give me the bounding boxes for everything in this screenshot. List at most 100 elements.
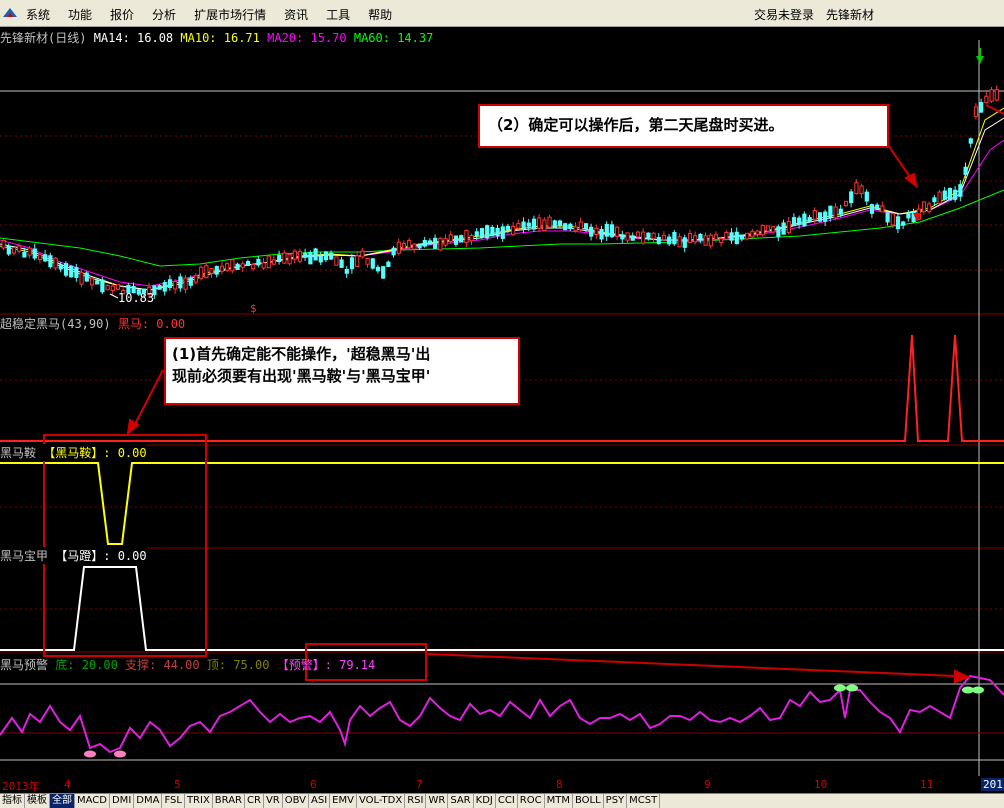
- candle-body: [178, 276, 183, 289]
- candle-body: [817, 212, 823, 222]
- indicator-tab[interactable]: 模板: [25, 794, 50, 808]
- candle-body: [469, 235, 474, 242]
- indicator-tab[interactable]: ASI: [309, 794, 331, 808]
- candle-body: [334, 256, 339, 266]
- candle-body: [771, 226, 776, 233]
- indicator-tab[interactable]: 全部: [50, 794, 75, 808]
- menu-item-quote[interactable]: 报价: [110, 6, 134, 23]
- indicator-tab[interactable]: EMV: [330, 794, 357, 808]
- candle-body: [95, 280, 100, 285]
- indicator-tab[interactable]: PSY: [604, 794, 628, 808]
- candle-body: [667, 236, 672, 245]
- candle-body: [459, 235, 464, 243]
- candle-body: [63, 263, 69, 276]
- candle-body: [869, 204, 875, 214]
- login-status[interactable]: 交易未登录: [754, 6, 814, 23]
- menu-item-info[interactable]: 资讯: [284, 6, 308, 23]
- indicator-tab[interactable]: DMI: [110, 794, 135, 808]
- candle-body: [386, 261, 391, 267]
- panel4-yujing: 【预警】: 79.14: [276, 658, 376, 672]
- candle-body: [750, 230, 755, 238]
- indicator-tab[interactable]: KDJ: [474, 794, 496, 808]
- candle-body: [17, 245, 22, 252]
- ma20-value: MA20: 15.70: [267, 31, 347, 45]
- candle-body: [547, 216, 552, 228]
- candle-body: [984, 95, 989, 104]
- candle-body: [453, 235, 459, 245]
- candle-body: [739, 234, 745, 240]
- indicator-tab[interactable]: FSL: [162, 794, 185, 808]
- candle-body: [583, 223, 589, 230]
- candle-body: [729, 232, 734, 241]
- candle-body: [27, 247, 32, 256]
- indicator-tab[interactable]: OBV: [283, 794, 309, 808]
- panel4-header: 黑马预警 底: 20.00 支撑: 44.00 顶: 75.00 【预警】: 7…: [0, 656, 375, 673]
- indicator-tab[interactable]: ROC: [518, 794, 545, 808]
- indicator-tab[interactable]: TRIX: [185, 794, 213, 808]
- menu-item-system[interactable]: 系统: [26, 6, 50, 23]
- candle-body: [552, 220, 557, 228]
- candle-body: [271, 259, 277, 265]
- candle-body: [188, 277, 193, 286]
- indicator-tab[interactable]: BRAR: [213, 794, 245, 808]
- candle-body: [355, 255, 360, 267]
- candle-body: [261, 262, 266, 269]
- menu-item-function[interactable]: 功能: [68, 6, 92, 23]
- candle-body: [438, 237, 443, 251]
- candle-body: [625, 232, 630, 241]
- candle-body: [828, 205, 833, 218]
- candle-body: [32, 248, 37, 259]
- candle-body: [251, 263, 256, 270]
- candle-body: [43, 254, 48, 262]
- indicator-tab[interactable]: VR: [264, 794, 283, 808]
- candle-body: [661, 234, 667, 241]
- callout-step1: (1)首先确定能不能操作，'超稳黑马'出 现前必须要有出现'黑马鞍'与'黑马宝甲…: [164, 337, 520, 405]
- candle-body: [589, 226, 594, 237]
- candle-body: [344, 268, 349, 274]
- candle-body: [167, 279, 173, 288]
- candle-body: [875, 204, 880, 210]
- candle-body: [745, 232, 750, 240]
- candle-body: [953, 189, 958, 200]
- indicator-tab[interactable]: 指标: [0, 794, 25, 808]
- panel3-value: 【马蹬】: 0.00: [55, 549, 147, 563]
- indicator-tab[interactable]: VOL-TDX: [357, 794, 406, 808]
- indicator-tab[interactable]: BOLL: [573, 794, 604, 808]
- indicator-tab[interactable]: DMA: [134, 794, 163, 808]
- menu-item-help[interactable]: 帮助: [368, 6, 392, 23]
- menu-item-analysis[interactable]: 分析: [152, 6, 176, 23]
- candle-body: [578, 221, 583, 230]
- app-logo-icon: [3, 8, 17, 17]
- menu-item-ext-market[interactable]: 扩展市场行情: [194, 6, 266, 23]
- candle-body: [69, 265, 74, 278]
- candle-body: [240, 263, 245, 268]
- indicator-tab[interactable]: CR: [245, 794, 264, 808]
- indicator-tab[interactable]: MCST: [627, 794, 661, 808]
- candle-body: [895, 216, 901, 230]
- candle-body: [693, 235, 698, 243]
- candle-body: [48, 255, 53, 268]
- indicator-tab[interactable]: MTM: [545, 794, 573, 808]
- candle-body: [760, 225, 765, 236]
- indicator-tab[interactable]: SAR: [448, 794, 474, 808]
- indicator-tab[interactable]: RSI: [405, 794, 427, 808]
- candle-body: [214, 265, 219, 275]
- indicator-tab[interactable]: MACD: [75, 794, 110, 808]
- indicator-tab[interactable]: CCI: [496, 794, 518, 808]
- x-label-11: 11: [920, 778, 934, 791]
- candle-body: [890, 213, 895, 226]
- candle-body: [713, 234, 719, 240]
- candle-body: [370, 258, 375, 269]
- heima-an-line: [0, 462, 1004, 545]
- candle-body: [968, 138, 973, 144]
- candle-body: [464, 230, 469, 243]
- indicator-tab[interactable]: WR: [426, 794, 449, 808]
- candle-body: [568, 223, 573, 230]
- menu-item-tools[interactable]: 工具: [326, 6, 350, 23]
- candle-body: [6, 245, 11, 255]
- candle-body: [89, 277, 95, 286]
- candle-body: [287, 253, 292, 265]
- ma60-value: MA60: 14.37: [353, 31, 434, 45]
- candle-body: [313, 248, 318, 261]
- candle-body: [183, 277, 188, 290]
